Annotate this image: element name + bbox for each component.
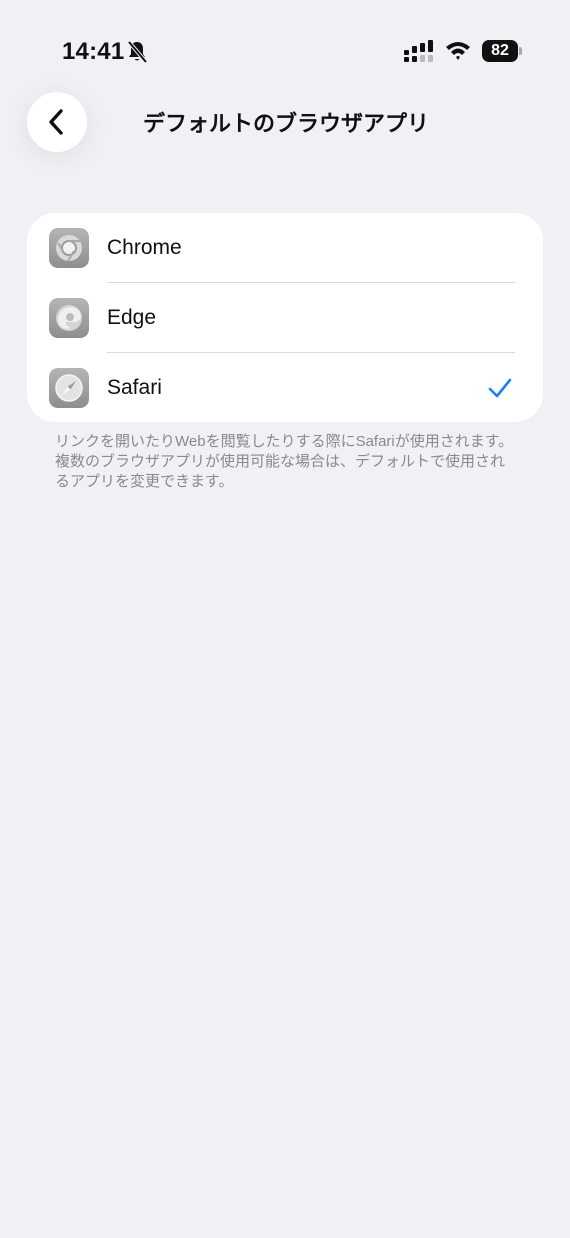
status-time: 14:41: [62, 38, 125, 65]
safari-icon: [49, 367, 89, 408]
browser-row-safari[interactable]: Safari: [27, 353, 543, 422]
chrome-icon: [49, 227, 89, 268]
battery-icon: 82: [482, 40, 522, 62]
checkmark-icon: [488, 378, 512, 397]
bell-slash-icon: [127, 40, 148, 64]
signal-icon: [404, 40, 433, 62]
footnote: リンクを開いたりWebを閲覧したりする際にSafariが使用されます。複数のブラ…: [55, 433, 514, 490]
browser-label: Edge: [107, 305, 157, 329]
browser-row-chrome[interactable]: Chrome: [27, 213, 543, 282]
browser-label: Chrome: [107, 235, 182, 259]
edge-icon: [49, 297, 89, 338]
battery-level: 82: [482, 40, 518, 62]
status-bar: 14:41 82: [0, 0, 570, 100]
browser-row-edge[interactable]: Edge: [27, 283, 543, 352]
browser-list: Chrome Edge Safari: [27, 213, 543, 422]
wifi-icon: [446, 42, 470, 60]
page-title: デフォルトのブラウザアプリ: [142, 111, 429, 136]
screen: 14:41 82 デフォルトのブラウザアプリ Chrome Edge Safar…: [0, 0, 570, 1238]
battery-nub: [519, 47, 522, 55]
browser-label: Safari: [107, 375, 162, 399]
